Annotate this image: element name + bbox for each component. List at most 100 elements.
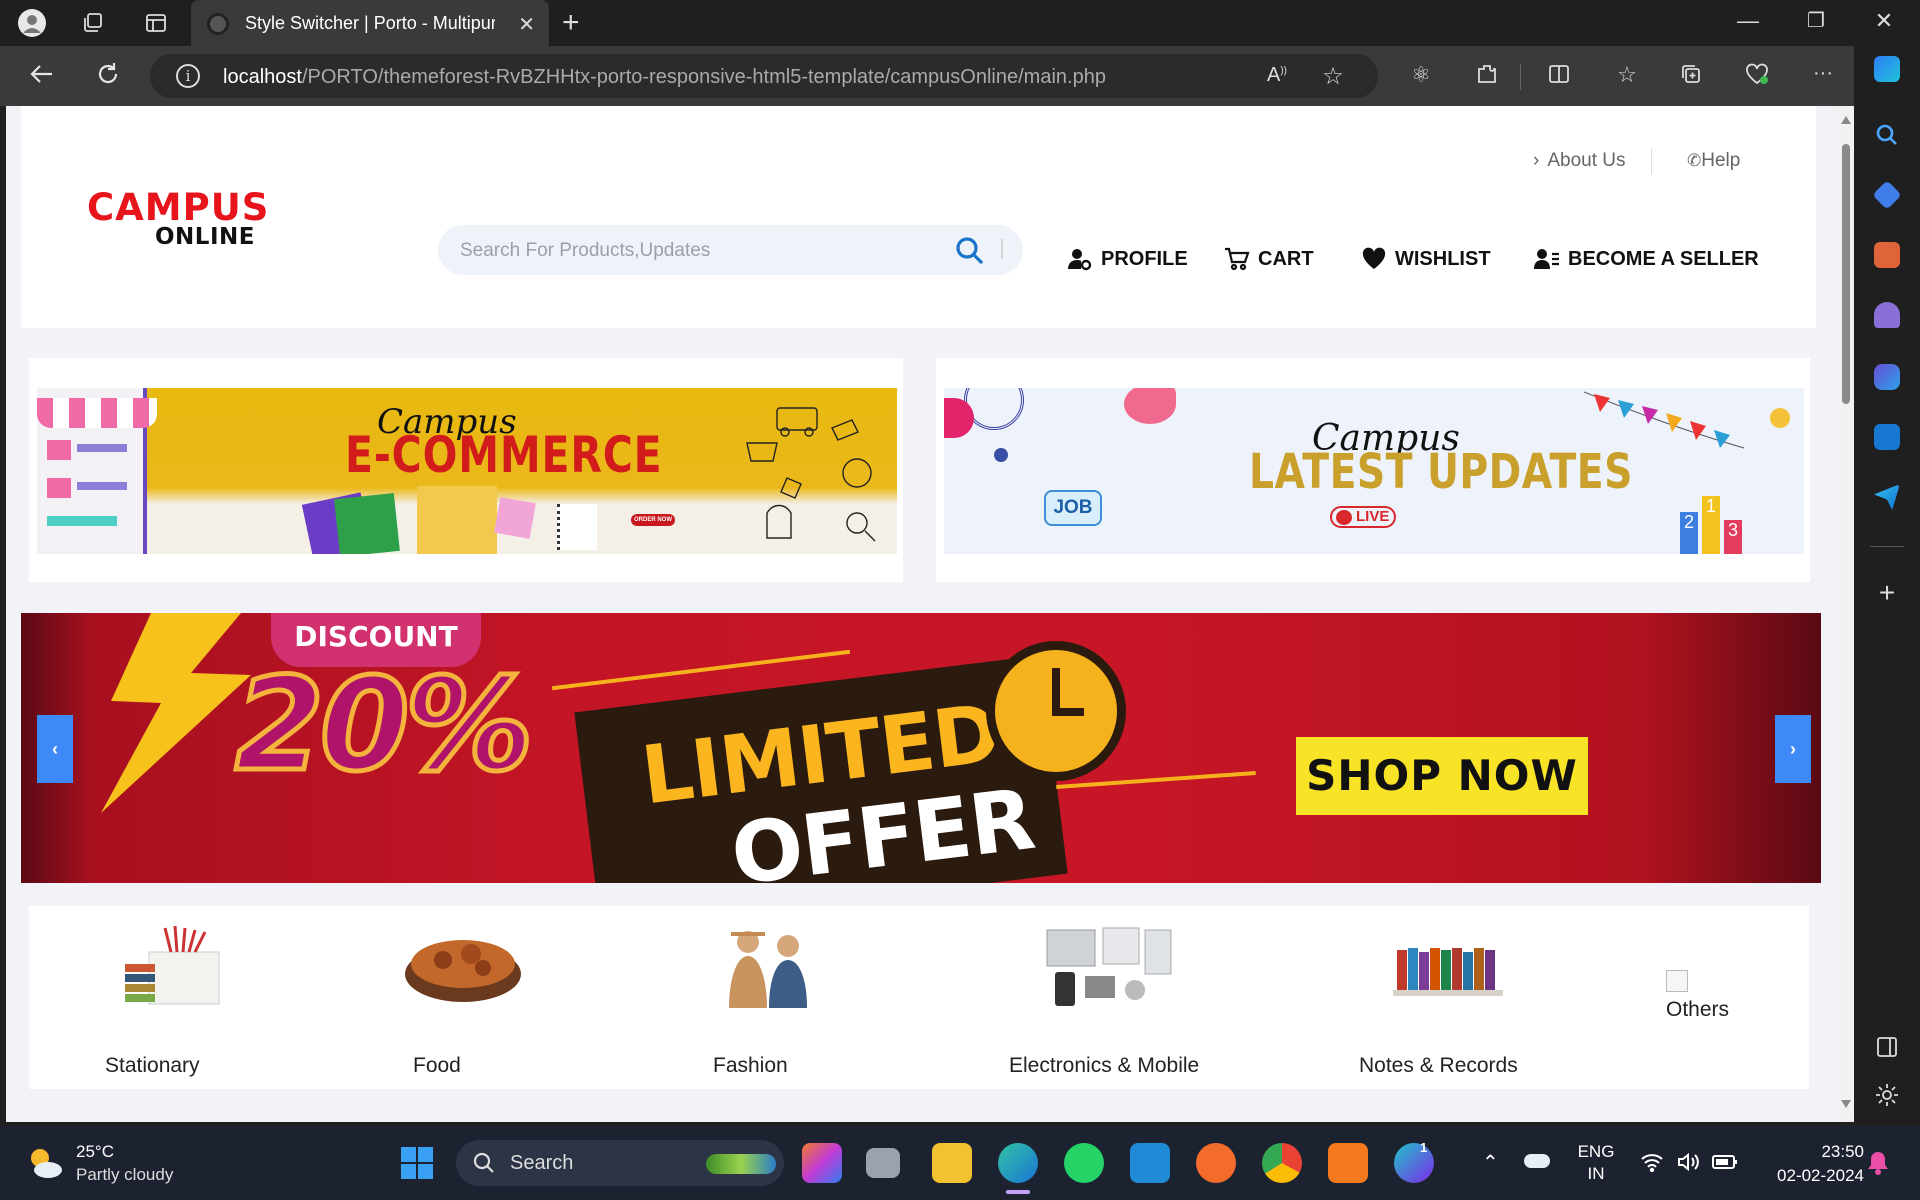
show-hidden-icons-icon[interactable]: ⌃	[1482, 1150, 1499, 1175]
browser-essentials-icon[interactable]	[1742, 62, 1772, 92]
doodle-icons-graphic	[737, 388, 897, 554]
reload-icon[interactable]	[94, 60, 122, 95]
tab-title: Style Switcher | Porto - Multipurp	[245, 13, 495, 33]
live-badge: LIVE	[1330, 506, 1396, 528]
category-label: Others	[1666, 998, 1730, 1021]
user-list-icon	[1534, 246, 1560, 272]
extensions-icon[interactable]	[1472, 62, 1502, 92]
vscode-icon[interactable]	[1130, 1143, 1170, 1183]
battery-icon[interactable]	[1712, 1154, 1738, 1175]
notebook-graphic	[557, 504, 597, 550]
edge-sidebar: +	[1854, 46, 1920, 1126]
nav-cart[interactable]: CART	[1224, 244, 1314, 274]
tools-icon[interactable]	[1874, 242, 1900, 268]
window-close-icon[interactable]: ✕	[1864, 8, 1904, 34]
hide-sidebar-icon[interactable]	[1874, 1034, 1900, 1060]
wishlist-label: WISHLIST	[1395, 247, 1491, 270]
browser-titlebar: Style Switcher | Porto - Multipurp ✕ + —…	[0, 0, 1920, 46]
url-field[interactable]: i localhost/PORTO/themeforest-RvBZHHtx-p…	[150, 54, 1378, 98]
search-input[interactable]	[460, 239, 920, 263]
shop-now-button[interactable]: SHOP NOW	[1296, 737, 1588, 815]
outlook-icon[interactable]	[1874, 424, 1900, 450]
tab-actions-icon[interactable]	[140, 7, 172, 39]
category-strip: Stationary Food Fashion Electronics & Mo…	[29, 906, 1809, 1089]
latest-updates-banner-card[interactable]: JOB Campus LATEST UPDATES LIVE 2 1 3	[936, 358, 1810, 582]
cart-icon	[1224, 246, 1250, 272]
search-highlight-graphic	[706, 1154, 776, 1174]
about-us-link[interactable]: › About Us	[1533, 150, 1625, 172]
page-scrollbar[interactable]	[1838, 106, 1854, 1122]
slider-next-button[interactable]: ›	[1775, 715, 1811, 783]
order-now-tag: ORDER NOW	[631, 514, 675, 526]
paper-bag-graphic	[417, 486, 497, 554]
tab-active[interactable]: Style Switcher | Porto - Multipurp ✕	[191, 0, 549, 46]
toplink-divider	[1651, 148, 1652, 174]
scroll-thumb[interactable]	[1842, 144, 1850, 404]
task-view-icon[interactable]	[866, 1148, 900, 1178]
sidebar-search-icon[interactable]	[1874, 122, 1900, 148]
profile-avatar-icon[interactable]	[16, 7, 48, 39]
live-play-icon	[1336, 510, 1352, 525]
new-tab-icon[interactable]: +	[562, 6, 580, 40]
sidebar-add-icon[interactable]: +	[1874, 579, 1900, 607]
favorites-icon[interactable]: ☆	[1612, 62, 1642, 88]
become-seller-label: BECOME A SELLER	[1568, 247, 1759, 270]
category-label: Food	[413, 1054, 461, 1077]
whatsapp-icon[interactable]	[1064, 1143, 1104, 1183]
folder-graphic-green	[334, 493, 400, 554]
help-link[interactable]: ✆Help	[1687, 150, 1740, 172]
split-screen-icon[interactable]	[1544, 62, 1574, 92]
nav-profile[interactable]: PROFILE	[1067, 244, 1188, 274]
postman-icon[interactable]	[1196, 1143, 1236, 1183]
react-devtools-icon[interactable]: ⚛	[1406, 62, 1436, 88]
wifi-icon[interactable]	[1640, 1152, 1664, 1178]
sidebar-settings-icon[interactable]	[1874, 1082, 1900, 1108]
edge-browser-icon[interactable]	[998, 1143, 1038, 1183]
more-menu-icon[interactable]: ···	[1808, 62, 1838, 85]
drop-icon[interactable]	[1874, 484, 1900, 510]
read-aloud-icon[interactable]: A))	[1262, 64, 1292, 87]
collections-icon[interactable]	[1676, 62, 1706, 92]
file-explorer-icon[interactable]	[932, 1143, 972, 1183]
windows-start-icon[interactable]	[400, 1146, 434, 1180]
page-viewport: CAMPUS ONLINE › About Us ✆Help PROFILE	[6, 106, 1854, 1122]
weather-partly-cloudy-icon[interactable]	[26, 1144, 64, 1182]
copilot-pre-app-icon[interactable]	[802, 1143, 842, 1183]
slider-prev-button[interactable]: ‹	[37, 715, 73, 783]
category-label: Electronics & Mobile	[1009, 1054, 1200, 1077]
language-line1[interactable]: ENG	[1576, 1142, 1616, 1162]
site-info-icon[interactable]: i	[176, 64, 200, 88]
canva-icon[interactable]	[1394, 1143, 1434, 1183]
toolbar-divider	[1520, 64, 1521, 90]
search-icon[interactable]	[955, 236, 985, 266]
offer-slider[interactable]: DISCOUNT 20% LIMITED OFFER SHOP NOW ‹ ›	[21, 613, 1821, 883]
job-badge: JOB	[1044, 490, 1102, 526]
category-label: Notes & Records	[1359, 1054, 1518, 1077]
taskbar-search[interactable]: Search	[456, 1140, 784, 1186]
workspaces-icon[interactable]	[77, 7, 109, 39]
profile-label: PROFILE	[1101, 247, 1188, 270]
campus-online-logo[interactable]: CAMPUS ONLINE	[87, 186, 268, 250]
shopping-icon[interactable]	[1872, 180, 1902, 210]
tab-close-icon[interactable]: ✕	[518, 12, 535, 37]
copilot-icon[interactable]	[1874, 56, 1900, 82]
ecommerce-banner-card[interactable]: Campus E-COMMERCE ORDER NOW	[29, 358, 903, 582]
minimize-icon[interactable]: —	[1728, 8, 1768, 34]
chrome-icon[interactable]	[1262, 1143, 1302, 1183]
favorite-star-icon[interactable]: ☆	[1318, 62, 1348, 91]
scroll-up-icon[interactable]	[1841, 116, 1851, 124]
microsoft365-icon[interactable]	[1874, 364, 1900, 390]
scroll-down-icon[interactable]	[1841, 1100, 1851, 1108]
nav-wishlist[interactable]: WISHLIST	[1361, 244, 1491, 274]
taskbar-search-icon	[472, 1151, 496, 1180]
volume-icon[interactable]	[1676, 1152, 1700, 1177]
notifications-bell-icon[interactable]	[1866, 1150, 1890, 1181]
xampp-icon[interactable]	[1328, 1143, 1368, 1183]
clock-time[interactable]: 23:50	[1754, 1142, 1864, 1162]
restore-icon[interactable]: ❐	[1796, 8, 1836, 33]
onedrive-cloud-icon[interactable]	[1524, 1154, 1550, 1168]
games-icon[interactable]	[1874, 302, 1900, 328]
url-text: localhost/PORTO/themeforest-RvBZHHtx-por…	[223, 66, 1106, 89]
nav-become-seller[interactable]: BECOME A SELLER	[1534, 244, 1759, 274]
back-icon[interactable]	[28, 60, 56, 95]
